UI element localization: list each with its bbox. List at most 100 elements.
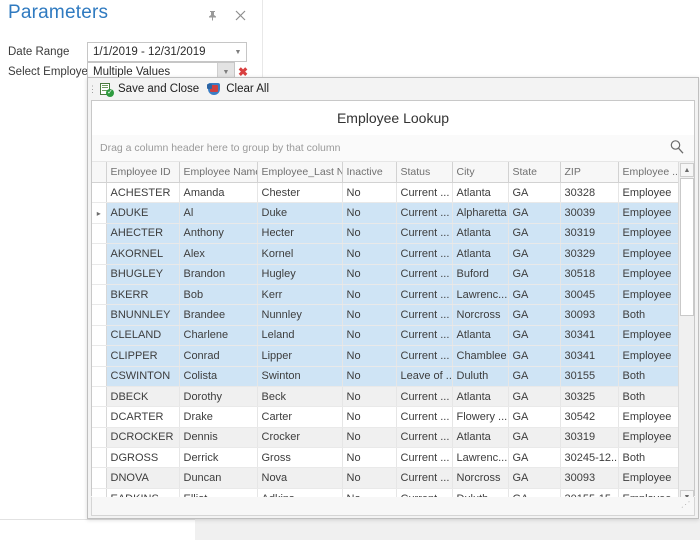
column-header-employee-last-name[interactable]: Employee_Last Na... (257, 162, 343, 183)
cell-employee-last-name: Hecter (257, 223, 343, 245)
date-range-label: Date Range (8, 46, 70, 58)
scrollbar-thumb[interactable] (680, 178, 694, 316)
cell-employee-id: DCROCKER (106, 427, 180, 449)
cell-employee-type: Both (618, 366, 678, 387)
column-header-employee-name[interactable]: Employee Name (179, 162, 258, 183)
row-indicator[interactable] (92, 467, 107, 489)
table-row[interactable]: DCARTER Drake Carter No Current ... Flowery .… (92, 406, 678, 428)
column-header-city[interactable]: City (452, 162, 509, 183)
cell-employee-last-name: Swinton (257, 366, 343, 387)
date-range-chevron-down-icon[interactable]: ▼ (230, 43, 246, 61)
column-header-zip[interactable]: ZIP (560, 162, 619, 183)
pin-icon[interactable] (203, 6, 221, 24)
column-header-state[interactable]: State (508, 162, 561, 183)
cell-zip: 30045 (560, 284, 619, 306)
cell-employee-type: Employee (618, 223, 678, 245)
save-and-close-label: Save and Close (118, 83, 200, 95)
cell-state: GA (508, 182, 561, 204)
table-row[interactable]: CSWINTON Colista Swinton No Leave of ... Dulu… (92, 366, 678, 387)
cell-employee-name: Duncan (179, 467, 258, 489)
table-row[interactable]: ACHESTER Amanda Chester No Current ... Atlant… (92, 182, 678, 204)
clear-all-button[interactable]: Clear All (205, 79, 275, 99)
column-header-inactive[interactable]: Inactive (342, 162, 397, 183)
cell-employee-id: ACHESTER (106, 182, 180, 204)
cell-state: GA (508, 345, 561, 367)
column-header-employee-type[interactable]: Employee ... (618, 162, 678, 183)
cell-state: GA (508, 325, 561, 347)
row-indicator-header (92, 162, 107, 183)
group-by-hint: Drag a column header here to group by th… (100, 142, 341, 154)
row-indicator[interactable] (92, 386, 107, 408)
cell-employee-id: CSWINTON (106, 366, 180, 387)
row-indicator[interactable] (92, 406, 107, 428)
cell-state: GA (508, 202, 561, 224)
date-range-field[interactable]: 1/1/2019 - 12/31/2019 ▼ (87, 42, 247, 62)
cell-city: Alpharetta (452, 202, 509, 224)
cell-employee-last-name: Kornel (257, 243, 343, 265)
table-row[interactable]: CLELAND Charlene Leland No Current ... Atlant… (92, 325, 678, 347)
table-row[interactable]: DCROCKER Dennis Crocker No Current ... Atlant… (92, 427, 678, 449)
row-indicator[interactable] (92, 345, 107, 367)
row-indicator[interactable] (92, 304, 107, 326)
cell-state: GA (508, 427, 561, 449)
cell-zip: 30319 (560, 427, 619, 449)
table-row[interactable]: AHECTER Anthony Hecter No Current ... Atlanta… (92, 223, 678, 245)
row-indicator[interactable] (92, 223, 107, 245)
cell-employee-name: Charlene (179, 325, 258, 347)
employee-lookup-dialog: ⋮ ✓ Save and Close Clear All Employee Lo… (87, 77, 699, 519)
row-indicator[interactable]: ▸ (92, 202, 107, 224)
cell-state: GA (508, 386, 561, 408)
cell-status: Current ... (396, 182, 453, 204)
cell-city: Atlanta (452, 182, 509, 204)
close-icon[interactable] (231, 6, 249, 24)
cell-employee-last-name: Hugley (257, 264, 343, 285)
cell-zip: 30093 (560, 304, 619, 326)
table-row[interactable]: BKERR Bob Kerr No Current ... Lawrenc... GA 300… (92, 284, 678, 306)
cell-zip: 30039 (560, 202, 619, 224)
row-indicator[interactable] (92, 427, 107, 449)
table-row[interactable]: AKORNEL Alex Kornel No Current ... Atlanta GA 3… (92, 243, 678, 265)
cell-inactive: No (342, 304, 397, 326)
cell-state: GA (508, 243, 561, 265)
save-and-close-button[interactable]: ✓ Save and Close (97, 79, 205, 99)
table-row[interactable]: DNOVA Duncan Nova No Current ... Norcross GA 30… (92, 467, 678, 489)
cell-zip: 30245-12... (560, 447, 619, 469)
cell-employee-last-name: Nova (257, 467, 343, 489)
row-indicator[interactable] (92, 325, 107, 347)
cell-inactive: No (342, 406, 397, 428)
search-icon[interactable] (668, 138, 686, 156)
cell-employee-id: BKERR (106, 284, 180, 306)
cell-zip: 30518 (560, 264, 619, 285)
table-row[interactable]: CLIPPER Conrad Lipper No Current ... Chamblee… (92, 345, 678, 367)
row-indicator[interactable] (92, 264, 107, 285)
cell-state: GA (508, 366, 561, 387)
row-indicator[interactable] (92, 182, 107, 204)
column-header-employee-id[interactable]: Employee ID (106, 162, 180, 183)
cell-employee-type: Employee (618, 467, 678, 489)
table-row[interactable]: DBECK Dorothy Beck No Current ... Atlanta GA 30… (92, 386, 678, 408)
row-indicator[interactable] (92, 284, 107, 306)
cell-inactive: No (342, 427, 397, 449)
cell-employee-name: Al (179, 202, 258, 224)
group-by-panel[interactable]: Drag a column header here to group by th… (92, 135, 694, 162)
toolbar-drag-handle[interactable]: ⋮ (88, 78, 97, 100)
cell-employee-type: Employee (618, 243, 678, 265)
cell-zip: 30155 (560, 366, 619, 387)
cell-inactive: No (342, 447, 397, 469)
app-root: Parameters Date Range 1/1/2019 - 12/31/2… (0, 0, 700, 540)
grid-vertical-scrollbar[interactable]: ▲ ▼ (678, 162, 694, 505)
column-header-status[interactable]: Status (396, 162, 453, 183)
cell-employee-last-name: Kerr (257, 284, 343, 306)
row-indicator[interactable] (92, 447, 107, 469)
row-indicator[interactable] (92, 366, 107, 387)
cell-employee-last-name: Nunnley (257, 304, 343, 326)
table-row[interactable]: DGROSS Derrick Gross No Current ... Lawrenc..… (92, 447, 678, 469)
row-indicator[interactable] (92, 243, 107, 265)
cell-employee-name: Dennis (179, 427, 258, 449)
scroll-up-arrow-icon[interactable]: ▲ (680, 163, 694, 177)
table-row[interactable]: ▸ ADUKE Al Duke No Current ... Alpharetta GA 300… (92, 202, 678, 224)
cell-employee-last-name: Duke (257, 202, 343, 224)
resize-grip[interactable]: ⋰ (681, 501, 692, 514)
table-row[interactable]: BNUNNLEY Brandee Nunnley No Current ... Norcr… (92, 304, 678, 326)
table-row[interactable]: BHUGLEY Brandon Hugley No Current ... Buford G… (92, 264, 678, 285)
